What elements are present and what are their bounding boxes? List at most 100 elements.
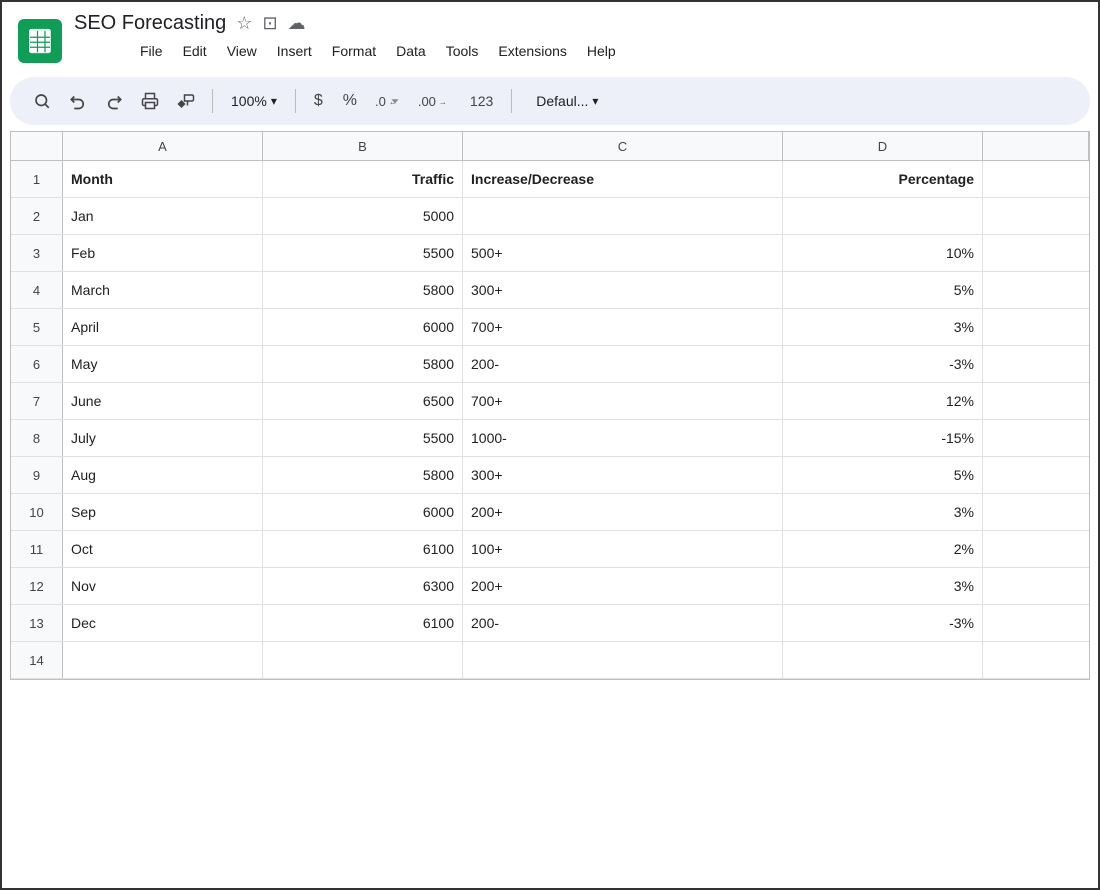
paint-format-button[interactable] xyxy=(170,85,202,117)
cell-c[interactable]: 500+ xyxy=(463,235,783,271)
percent-button[interactable]: % xyxy=(335,88,365,114)
cell-a[interactable]: Jan xyxy=(63,198,263,234)
cell-c[interactable]: 300+ xyxy=(463,457,783,493)
cell-d[interactable]: 10% xyxy=(783,235,983,271)
cell-a[interactable]: Month xyxy=(63,161,263,197)
cell-d[interactable]: -3% xyxy=(783,605,983,641)
cell-d[interactable]: 3% xyxy=(783,568,983,604)
cell-e[interactable] xyxy=(983,198,1089,234)
cell-a[interactable]: July xyxy=(63,420,263,456)
cell-b[interactable]: 5800 xyxy=(263,272,463,308)
cell-c[interactable]: 100+ xyxy=(463,531,783,567)
cell-c[interactable]: 200- xyxy=(463,346,783,382)
cell-e[interactable] xyxy=(983,531,1089,567)
cell-b[interactable]: 6500 xyxy=(263,383,463,419)
cell-e[interactable] xyxy=(983,494,1089,530)
cell-a[interactable]: Oct xyxy=(63,531,263,567)
cell-d[interactable] xyxy=(783,642,983,678)
cell-e[interactable] xyxy=(983,568,1089,604)
cell-c[interactable] xyxy=(463,642,783,678)
move-icon[interactable]: ⊡ xyxy=(262,13,277,34)
cell-c[interactable]: 700+ xyxy=(463,383,783,419)
cell-e[interactable] xyxy=(983,642,1089,678)
menu-insert[interactable]: Insert xyxy=(267,39,322,63)
col-header-d[interactable]: D xyxy=(783,132,983,160)
redo-button[interactable] xyxy=(98,85,130,117)
decimal-decrease-button[interactable]: .0 ← xyxy=(369,90,408,113)
cell-a[interactable]: Aug xyxy=(63,457,263,493)
cell-d[interactable]: Percentage xyxy=(783,161,983,197)
cell-b[interactable]: 5000 xyxy=(263,198,463,234)
menu-view[interactable]: View xyxy=(217,39,267,63)
currency-button[interactable]: $ xyxy=(306,88,331,114)
cell-a[interactable]: June xyxy=(63,383,263,419)
cell-b[interactable]: 5800 xyxy=(263,346,463,382)
cell-e[interactable] xyxy=(983,272,1089,308)
cell-b[interactable] xyxy=(263,642,463,678)
cell-c[interactable] xyxy=(463,198,783,234)
cell-a[interactable]: March xyxy=(63,272,263,308)
col-header-b[interactable]: B xyxy=(263,132,463,160)
menu-file[interactable]: File xyxy=(130,39,173,63)
cell-c[interactable]: 200+ xyxy=(463,494,783,530)
search-button[interactable] xyxy=(26,85,58,117)
cell-d[interactable]: -15% xyxy=(783,420,983,456)
cell-d[interactable]: 5% xyxy=(783,272,983,308)
cell-b[interactable]: 5500 xyxy=(263,235,463,271)
star-icon[interactable]: ☆ xyxy=(236,13,252,34)
cell-d[interactable] xyxy=(783,198,983,234)
cell-e[interactable] xyxy=(983,235,1089,271)
cell-d[interactable]: 5% xyxy=(783,457,983,493)
cell-e[interactable] xyxy=(983,420,1089,456)
menu-help[interactable]: Help xyxy=(577,39,626,63)
cell-a[interactable]: Dec xyxy=(63,605,263,641)
cell-b[interactable]: 6100 xyxy=(263,605,463,641)
cell-a[interactable]: May xyxy=(63,346,263,382)
menu-tools[interactable]: Tools xyxy=(436,39,489,63)
font-arrow: ▾ xyxy=(592,94,598,108)
cell-e[interactable] xyxy=(983,383,1089,419)
cell-e[interactable] xyxy=(983,161,1089,197)
cell-c[interactable]: Increase/Decrease xyxy=(463,161,783,197)
decimal-increase-button[interactable]: .00 → xyxy=(412,90,458,113)
cell-d[interactable]: 3% xyxy=(783,309,983,345)
cell-d[interactable]: 12% xyxy=(783,383,983,419)
zoom-selector[interactable]: 100% ▾ xyxy=(223,89,285,113)
cell-e[interactable] xyxy=(983,605,1089,641)
cell-b[interactable]: 6000 xyxy=(263,494,463,530)
cell-a[interactable]: Sep xyxy=(63,494,263,530)
cell-b[interactable]: 5500 xyxy=(263,420,463,456)
cell-c[interactable]: 200- xyxy=(463,605,783,641)
menu-extensions[interactable]: Extensions xyxy=(488,39,576,63)
cell-d[interactable]: 3% xyxy=(783,494,983,530)
menu-data[interactable]: Data xyxy=(386,39,436,63)
cell-c[interactable]: 700+ xyxy=(463,309,783,345)
menu-format[interactable]: Format xyxy=(322,39,386,63)
col-header-a[interactable]: A xyxy=(63,132,263,160)
cell-a[interactable] xyxy=(63,642,263,678)
cloud-icon[interactable]: ☁ xyxy=(288,13,306,34)
cell-e[interactable] xyxy=(983,457,1089,493)
cell-c[interactable]: 300+ xyxy=(463,272,783,308)
cell-a[interactable]: April xyxy=(63,309,263,345)
cell-b[interactable]: 6000 xyxy=(263,309,463,345)
cell-e[interactable] xyxy=(983,346,1089,382)
cell-d[interactable]: -3% xyxy=(783,346,983,382)
cell-d[interactable]: 2% xyxy=(783,531,983,567)
cell-b[interactable]: 5800 xyxy=(263,457,463,493)
cell-b[interactable]: 6300 xyxy=(263,568,463,604)
cell-c[interactable]: 200+ xyxy=(463,568,783,604)
cell-b[interactable]: 6100 xyxy=(263,531,463,567)
font-selector[interactable]: Defaul... ▾ xyxy=(526,89,608,113)
table-row: 11Oct6100100+2% xyxy=(11,531,1089,568)
cell-a[interactable]: Nov xyxy=(63,568,263,604)
cell-b[interactable]: Traffic xyxy=(263,161,463,197)
print-button[interactable] xyxy=(134,85,166,117)
num-format-button[interactable]: 123 xyxy=(462,89,501,113)
col-header-c[interactable]: C xyxy=(463,132,783,160)
cell-c[interactable]: 1000- xyxy=(463,420,783,456)
menu-edit[interactable]: Edit xyxy=(173,39,217,63)
cell-e[interactable] xyxy=(983,309,1089,345)
cell-a[interactable]: Feb xyxy=(63,235,263,271)
undo-button[interactable] xyxy=(62,85,94,117)
